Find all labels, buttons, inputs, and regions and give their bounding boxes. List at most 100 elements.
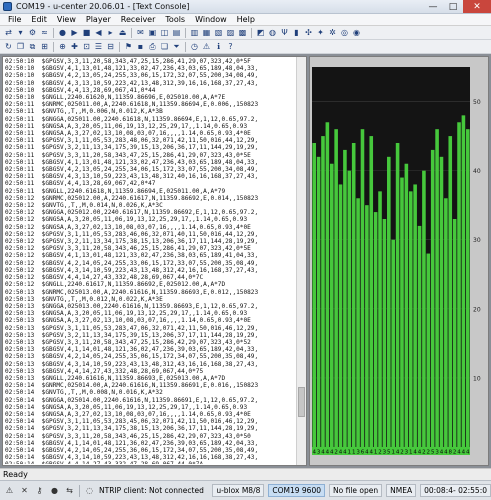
filter-icon[interactable]: ⏷ — [171, 41, 182, 52]
config-icon[interactable]: ✲ — [327, 27, 338, 38]
clock-icon[interactable]: ◷ — [189, 41, 200, 52]
menu-view[interactable]: View — [52, 15, 81, 24]
compass-icon[interactable]: ◉ — [351, 27, 362, 38]
taskbar-separator — [79, 484, 80, 497]
globe-icon[interactable]: ◍ — [267, 27, 278, 38]
console-line: 02:50:11 $GNGGA,025011.00,2240.61618,N,1… — [5, 115, 259, 123]
signal-bar — [360, 129, 365, 447]
save-icon[interactable]: ▪ — [135, 41, 146, 52]
forward-icon[interactable]: ▸ — [105, 27, 116, 38]
close-button[interactable]: ✕ — [463, 0, 491, 13]
help-icon[interactable]: ? — [225, 41, 236, 52]
record-icon[interactable]: ● — [57, 27, 68, 38]
grid-icon[interactable]: ⊟ — [105, 41, 116, 52]
tile-icon[interactable]: ⊞ — [39, 41, 50, 52]
deviation-icon[interactable]: ✣ — [303, 27, 314, 38]
chart-y-tick-label: 40 — [473, 168, 481, 175]
baud-icon[interactable]: ▾ — [15, 27, 26, 38]
chart-x-label: 4 — [444, 450, 448, 456]
zoom-icon[interactable]: ⊕ — [57, 41, 68, 52]
signal-bar — [338, 184, 343, 447]
print-icon[interactable]: ⎙ — [147, 41, 158, 52]
receiver-icon[interactable]: ◫ — [159, 27, 170, 38]
menu-receiver[interactable]: Receiver — [116, 15, 161, 24]
window-icon[interactable]: ❐ — [15, 41, 26, 52]
stop-icon[interactable]: ■ — [81, 27, 92, 38]
chart-x-label: 2 — [378, 450, 382, 456]
text-console[interactable]: 02:50:10 $GPGSV,3,3,11,20,58,343,47,25,1… — [2, 56, 307, 466]
chart-x-label: 1 — [348, 450, 352, 456]
console-icon[interactable]: ▥ — [189, 27, 200, 38]
satellite-icon[interactable]: ✦ — [315, 27, 326, 38]
menu-tools[interactable]: Tools — [160, 15, 190, 24]
console-line: 02:50:14 $GBGSV,4,3,14,10,59,223,43,13,4… — [5, 454, 259, 462]
console-scrollbar[interactable] — [296, 57, 306, 465]
chart-x-label: 3 — [405, 450, 409, 456]
close-icon[interactable]: ✕ — [19, 485, 30, 496]
refresh-icon[interactable]: ↻ — [3, 41, 14, 52]
copy-icon[interactable]: ❏ — [159, 41, 170, 52]
chip-icon[interactable]: ▣ — [147, 27, 158, 38]
chart-icon[interactable]: ▩ — [237, 27, 248, 38]
console-line: 02:50:11 $GBGSV,4,4,13,28,69,067,42,0*47 — [5, 180, 156, 188]
console-line: 02:50:13 $GPGSV,3,1,11,05,53,283,47,06,3… — [5, 324, 259, 332]
menu-player[interactable]: Player — [81, 15, 116, 24]
gear-icon[interactable]: ⚙ — [27, 27, 38, 38]
console-line: 02:50:10 $GBGSV,4,4,13,28,69,067,41,0*44 — [5, 86, 156, 94]
menu-file[interactable]: File — [3, 15, 26, 24]
table-icon[interactable]: ▨ — [225, 27, 236, 38]
signal-bar — [417, 225, 422, 447]
connect-icon[interactable]: ⇄ — [3, 27, 14, 38]
menu-window[interactable]: Window — [190, 15, 232, 24]
dock-icon[interactable]: ▤ — [171, 27, 182, 38]
signal-bar — [448, 136, 453, 447]
antenna-icon[interactable]: Ψ — [279, 27, 290, 38]
cascade-icon[interactable]: ⧉ — [27, 41, 38, 52]
menu-edit[interactable]: Edit — [26, 15, 52, 24]
info-icon[interactable]: ℹ — [213, 41, 224, 52]
toolbar-separator — [185, 27, 186, 38]
signal-bar — [413, 184, 417, 447]
console-line: 02:50:12 $GPGSV,3,3,11,20,58,343,46,25,1… — [5, 245, 251, 253]
map-icon[interactable]: ◩ — [255, 27, 266, 38]
console-line: 02:50:11 $GBGSV,4,3,13,10,59,223,43,13,4… — [5, 173, 259, 181]
autobaud-icon[interactable]: ≈ — [39, 27, 50, 38]
protocol-status: NMEA — [386, 484, 417, 497]
signal-bar — [426, 253, 431, 447]
console-line: 02:50:11 $GPGSV,3,3,11,20,58,343,47,25,1… — [5, 151, 251, 159]
signal-bar — [444, 198, 448, 447]
console-line: 02:50:11 $GBGSV,4,1,13,01,48,121,33,02,4… — [5, 158, 259, 166]
console-line: 02:50:13 $GNGSA,A,3,27,02,13,10,08,03,07… — [5, 317, 251, 325]
connection-icon[interactable]: ⇆ — [64, 485, 75, 496]
play-icon[interactable]: ▶ — [69, 27, 80, 38]
toolbar-separator — [53, 27, 54, 38]
message-icon[interactable]: ✉ — [135, 27, 146, 38]
maximize-button[interactable]: □ — [443, 0, 463, 13]
list-icon[interactable]: ☰ — [93, 41, 104, 52]
sky-icon[interactable]: ◎ — [339, 27, 350, 38]
warning-icon[interactable]: ⚠ — [201, 41, 212, 52]
console-line: 02:50:10 $GNGLL,2240.61620,N,11359.86696… — [5, 94, 226, 102]
warning-icon[interactable]: ⚠ — [4, 485, 15, 496]
signal-bar — [461, 115, 466, 448]
com-port-status[interactable]: COM19 9600 — [268, 484, 326, 497]
console-line: 02:50:13 $GNGLL,2240.61616,N,11359.86693… — [5, 374, 226, 382]
signal-icon[interactable]: ▮ — [291, 27, 302, 38]
scrollbar-thumb[interactable] — [298, 387, 305, 417]
rewind-icon[interactable]: ◀ — [93, 27, 104, 38]
pin-icon[interactable]: ✚ — [69, 41, 80, 52]
record-icon[interactable]: ● — [49, 485, 60, 496]
chart-x-label: 5 — [431, 450, 435, 456]
minimize-button[interactable]: — — [423, 0, 443, 13]
console-line: 02:50:13 $GNRMC,025013.00,A,2240.61616,N… — [5, 288, 259, 296]
menu-help[interactable]: Help — [232, 15, 260, 24]
lock-icon[interactable]: ⊡ — [81, 41, 92, 52]
status-ready: Ready — [3, 470, 28, 479]
flag-icon[interactable]: ⚑ — [123, 41, 134, 52]
signal-bar — [325, 122, 330, 448]
binary-icon[interactable]: ▧ — [213, 27, 224, 38]
console-line: 02:50:13 $GNGGA,025013.00,2240.61616,N,1… — [5, 302, 259, 310]
key-icon[interactable]: ⚷ — [34, 485, 45, 496]
packet-icon[interactable]: ▦ — [201, 27, 212, 38]
eject-icon[interactable]: ⏏ — [117, 27, 128, 38]
